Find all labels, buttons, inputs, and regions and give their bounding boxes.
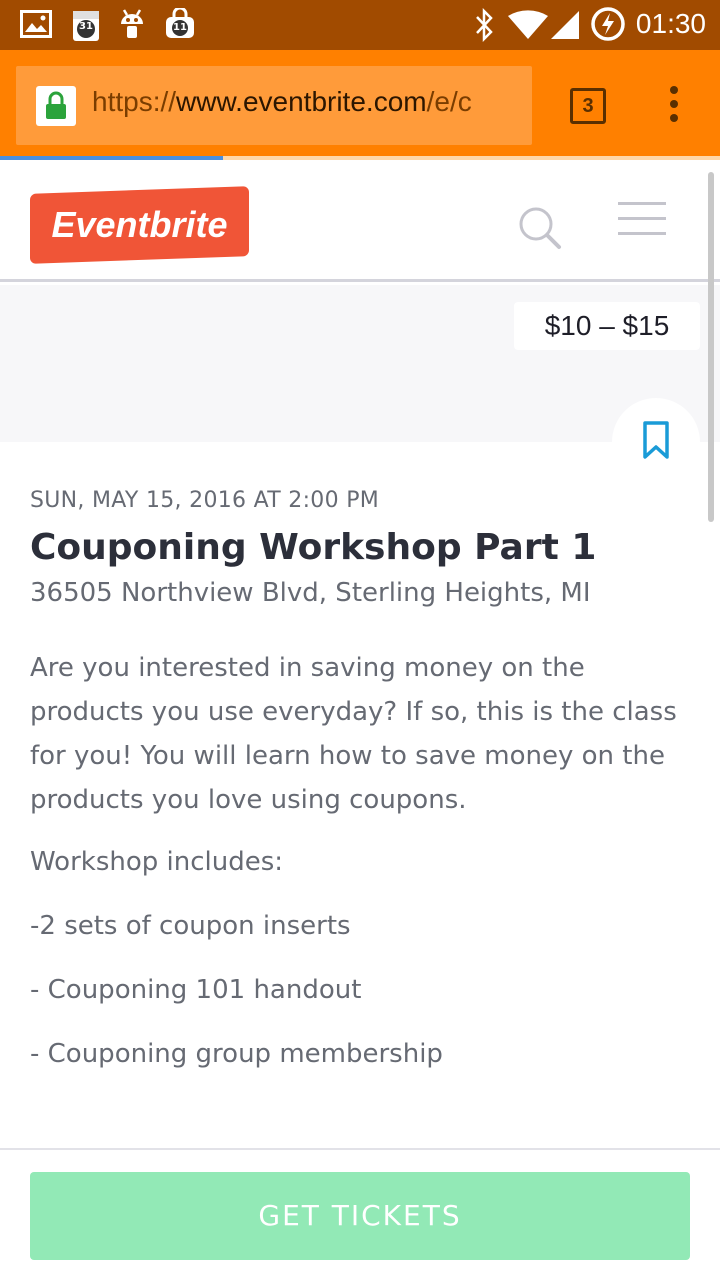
event-description: Are you interested in saving money on th… xyxy=(30,653,677,815)
search-icon[interactable] xyxy=(516,204,564,252)
bookmark-button[interactable] xyxy=(612,398,700,486)
browser-menu-button[interactable] xyxy=(666,86,682,126)
event-date: SUN, MAY 15, 2016 AT 2:00 PM xyxy=(30,488,380,513)
list-item: - Couponing group membership xyxy=(30,1039,443,1069)
calendar-badge: 31 xyxy=(79,21,93,32)
price-badge: $10 – $15 xyxy=(514,302,700,350)
url-scheme: https:// xyxy=(92,86,177,117)
logo-text: Eventbrite xyxy=(51,204,228,245)
gallery-notification-icon xyxy=(20,10,52,42)
event-address[interactable]: 36505 Northview Blvd, Sterling Heights, … xyxy=(30,578,698,608)
hamburger-menu-icon[interactable] xyxy=(618,202,666,246)
scrollbar[interactable] xyxy=(708,172,714,522)
store-badge: 11 xyxy=(173,22,187,33)
event-title: Couponing Workshop Part 1 xyxy=(30,527,597,568)
includes-label: Workshop includes: xyxy=(30,847,284,877)
status-time: 01:30 xyxy=(635,8,706,39)
url-bar[interactable]: https://www.eventbrite.com/e/c xyxy=(16,66,532,145)
url-domain: www.eventbrite.com xyxy=(176,86,427,117)
tab-switcher-button[interactable]: 3 xyxy=(570,88,606,124)
url-text[interactable]: https://www.eventbrite.com/e/c xyxy=(92,86,472,118)
event-content: SUN, MAY 15, 2016 AT 2:00 PM Couponing W… xyxy=(30,488,698,1076)
status-bar: 31 11 01:30 xyxy=(0,0,720,50)
battery-charging-icon xyxy=(590,6,626,46)
bluetooth-icon xyxy=(474,7,496,46)
lock-icon[interactable] xyxy=(36,86,76,126)
get-tickets-button[interactable]: GET TICKETS xyxy=(30,1172,690,1260)
wifi-icon xyxy=(508,10,548,44)
url-path: /e/c xyxy=(426,86,472,117)
site-header: Eventbrite xyxy=(0,160,720,282)
ticket-footer: GET TICKETS xyxy=(0,1148,720,1280)
browser-toolbar: https://www.eventbrite.com/e/c 3 xyxy=(0,50,720,158)
list-item: -2 sets of coupon inserts xyxy=(30,911,351,941)
bookmark-icon xyxy=(643,421,669,459)
eventbrite-logo[interactable]: Eventbrite xyxy=(30,186,249,264)
android-robot-icon xyxy=(118,8,146,44)
cell-signal-icon xyxy=(550,10,580,44)
list-item: - Couponing 101 handout xyxy=(30,975,362,1005)
